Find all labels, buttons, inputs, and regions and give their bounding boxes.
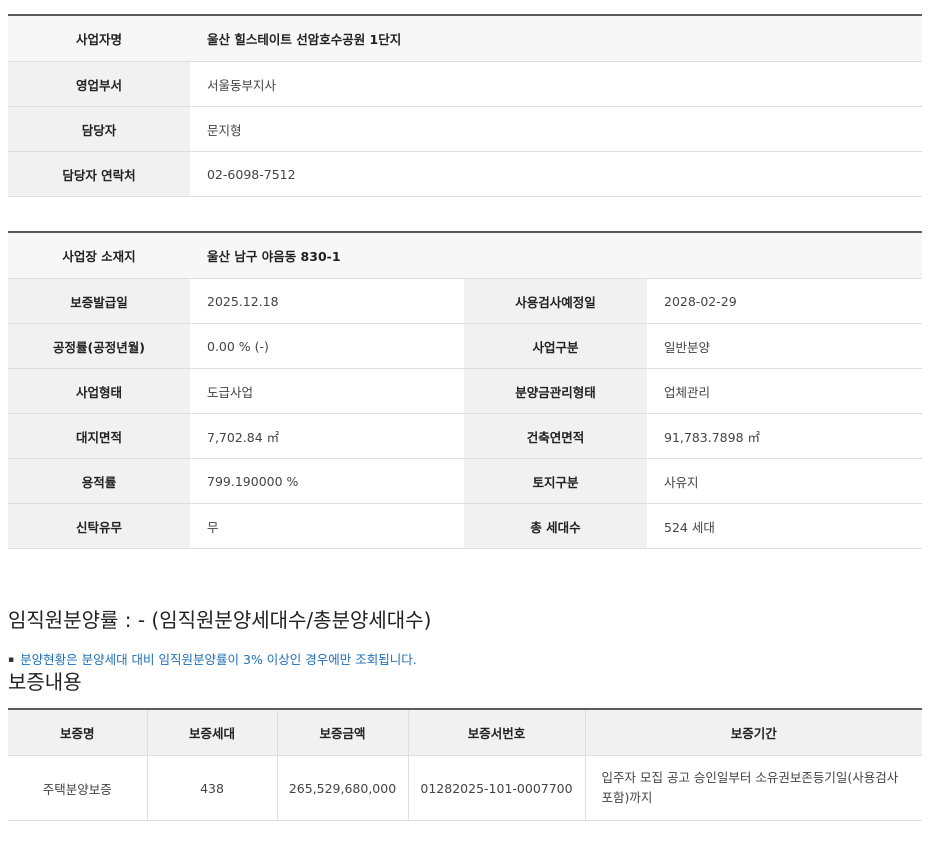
- site-value: 0.00 % (-): [190, 323, 464, 369]
- table-row: 주택분양보증 438 265,529,680,000 01282025-101-…: [8, 755, 922, 821]
- table-row: 사업형태 도급사업 분양금관리형태 업체관리: [8, 368, 922, 414]
- table-row: 담당자 문지형: [8, 106, 922, 152]
- site-value: 일반분양: [647, 323, 922, 369]
- site-label: 건축연면적: [464, 413, 647, 459]
- site-label: 공정률(공정년월): [8, 323, 190, 369]
- guarantee-name: 주택분양보증: [8, 755, 148, 821]
- site-label: 토지구분: [464, 458, 647, 504]
- table-header-row: 보증명 보증세대 보증금액 보증서번호 보증기간: [8, 709, 922, 756]
- guarantee-table: 보증명 보증세대 보증금액 보증서번호 보증기간 주택분양보증 438 265,…: [8, 708, 922, 821]
- column-header: 보증금액: [277, 709, 409, 756]
- manager-value: 문지형: [190, 106, 922, 152]
- site-value: 업체관리: [647, 368, 922, 414]
- site-label: 사용검사예정일: [464, 278, 647, 324]
- site-label: 대지면적: [8, 413, 190, 459]
- site-value: 2028-02-29: [647, 278, 922, 324]
- site-value: 799.190000 %: [190, 458, 464, 504]
- site-value: 91,783.7898 ㎡: [647, 413, 922, 459]
- contact-label: 담당자 연락처: [8, 151, 190, 197]
- site-value: 7,702.84 ㎡: [190, 413, 464, 459]
- site-info-table: 사업장 소재지 울산 남구 야음동 830-1 보증발급일 2025.12.18…: [8, 231, 922, 549]
- column-header: 보증명: [8, 709, 148, 756]
- table-row: 용적률 799.190000 % 토지구분 사유지: [8, 458, 922, 504]
- guarantee-period: 입주자 모집 공고 승인일부터 소유권보존등기일(사용검사포함)까지: [585, 755, 922, 821]
- manager-label: 담당자: [8, 106, 190, 152]
- table-row: 담당자 연락처 02-6098-7512: [8, 151, 922, 197]
- table-row: 영업부서 서울동부지사: [8, 61, 922, 107]
- column-header: 보증기간: [585, 709, 922, 756]
- table-row: 사업장 소재지 울산 남구 야음동 830-1: [8, 232, 922, 279]
- guarantee-amount: 265,529,680,000: [277, 755, 409, 821]
- location-label: 사업장 소재지: [8, 232, 190, 279]
- site-label: 사업형태: [8, 368, 190, 414]
- location-value: 울산 남구 야음동 830-1: [190, 232, 922, 279]
- table-row: 사업자명 울산 힐스테이트 선암호수공원 1단지: [8, 15, 922, 62]
- guarantee-units: 438: [147, 755, 278, 821]
- guarantee-number: 01282025-101-0007700: [408, 755, 586, 821]
- bullet-icon: ▪: [8, 655, 15, 665]
- table-row: 보증발급일 2025.12.18 사용검사예정일 2028-02-29: [8, 278, 922, 324]
- table-row: 신탁유무 무 총 세대수 524 세대: [8, 503, 922, 549]
- dept-value: 서울동부지사: [190, 61, 922, 107]
- employee-sales-ratio-title: 임직원분양률 : - (임직원분양세대수/총분양세대수): [8, 608, 432, 632]
- guarantee-section-title: 보증내용: [8, 670, 82, 694]
- site-value: 2025.12.18: [190, 278, 464, 324]
- site-value: 사유지: [647, 458, 922, 504]
- notice-message: 분양현황은 분양세대 대비 임직원분양률이 3% 이상인 경우에만 조회됩니다.: [20, 652, 417, 667]
- site-value: 도급사업: [190, 368, 464, 414]
- business-name-label: 사업자명: [8, 15, 190, 62]
- site-label: 보증발급일: [8, 278, 190, 324]
- table-row: 공정률(공정년월) 0.00 % (-) 사업구분 일반분양: [8, 323, 922, 369]
- business-info-table: 사업자명 울산 힐스테이트 선암호수공원 1단지 영업부서 서울동부지사 담당자…: [8, 14, 922, 197]
- dept-label: 영업부서: [8, 61, 190, 107]
- column-header: 보증서번호: [408, 709, 586, 756]
- site-value: 524 세대: [647, 503, 922, 549]
- site-value: 무: [190, 503, 464, 549]
- column-header: 보증세대: [147, 709, 278, 756]
- contact-value: 02-6098-7512: [190, 151, 922, 197]
- site-label: 사업구분: [464, 323, 647, 369]
- site-label: 신탁유무: [8, 503, 190, 549]
- table-row: 대지면적 7,702.84 ㎡ 건축연면적 91,783.7898 ㎡: [8, 413, 922, 459]
- site-label: 분양금관리형태: [464, 368, 647, 414]
- site-label: 용적률: [8, 458, 190, 504]
- business-name-value: 울산 힐스테이트 선암호수공원 1단지: [190, 15, 922, 62]
- site-label: 총 세대수: [464, 503, 647, 549]
